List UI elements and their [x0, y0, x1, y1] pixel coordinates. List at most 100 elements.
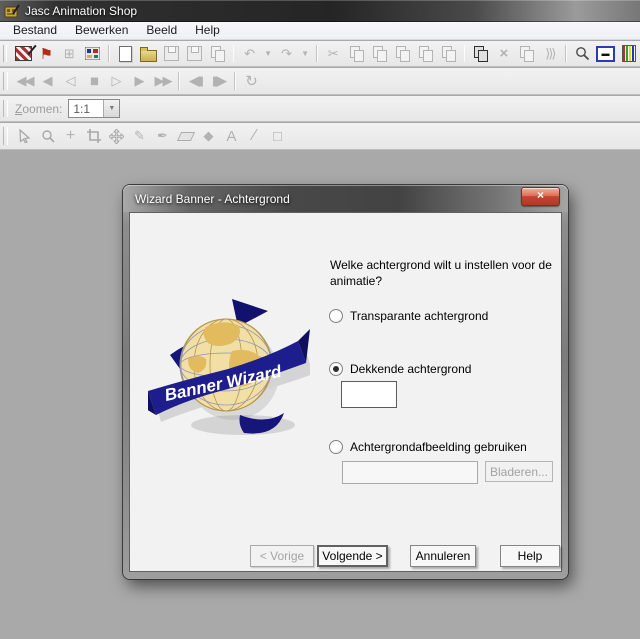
redo-icon[interactable]: ↷: [276, 43, 297, 64]
image-transitions-icon[interactable]: ⊞: [59, 43, 80, 64]
animation-wizard-icon[interactable]: [13, 43, 34, 64]
line-tool-icon[interactable]: ∕: [244, 126, 265, 147]
new-animation-icon[interactable]: [115, 43, 136, 64]
repeat-animation-icon[interactable]: ↻: [241, 71, 262, 92]
move-tool-icon[interactable]: [106, 126, 127, 147]
frame-properties-box: ▬: [596, 46, 615, 62]
paste-as-new-frame-icon[interactable]: [392, 43, 413, 64]
crop-graphic: [87, 129, 101, 143]
delete-frames-icon[interactable]: ×: [493, 43, 514, 64]
menu-item-help[interactable]: Help: [186, 22, 229, 39]
zoom-value: 1:1: [69, 100, 103, 117]
insert-frames-icon[interactable]: ⟩⟩⟩: [539, 43, 560, 64]
toolbar-tools: + ✎ ✒ ◆ A ∕ □: [0, 123, 640, 150]
image-path-input[interactable]: [342, 461, 478, 484]
banner-wizard-logo: Banner Wizard: [148, 299, 310, 451]
workspace: Wizard Banner - Achtergrond ×: [0, 150, 640, 639]
toolbar-main: ⚑ ⊞ ↶ ▼ ↷ ▼ ✂ × ⟩⟩⟩: [0, 41, 640, 67]
menu-item-bestand[interactable]: Bestand: [4, 22, 66, 39]
pages-icon: [395, 46, 410, 61]
animation-properties-icon[interactable]: [618, 43, 639, 64]
pages-dark-icon: [473, 46, 488, 61]
floppy-icon: [164, 46, 179, 61]
toolbar-separator: [108, 45, 110, 63]
step-back-icon[interactable]: ◀▮: [185, 71, 206, 92]
redo-dropdown-icon[interactable]: ▼: [299, 43, 311, 64]
magnifier-graphic: [41, 129, 55, 143]
toolbar-separator: [178, 72, 180, 90]
toolbar-grip[interactable]: [3, 45, 7, 63]
registration-mark-tool-icon[interactable]: +: [60, 126, 81, 147]
zoom-tool-palette-icon[interactable]: [37, 126, 58, 147]
next-button[interactable]: Volgende >: [317, 545, 388, 567]
vcr-controls-palette-icon[interactable]: [82, 43, 103, 64]
radio-circle-icon[interactable]: [329, 309, 343, 323]
step-forward-icon[interactable]: ▮▶: [208, 71, 229, 92]
propagate-paste-icon[interactable]: [470, 43, 491, 64]
radio-background-image[interactable]: Achtergrondafbeelding gebruiken: [329, 440, 527, 454]
paste-after-frame-icon[interactable]: [438, 43, 459, 64]
radio-circle-selected-icon[interactable]: [329, 362, 343, 376]
save-animation-icon[interactable]: [161, 43, 182, 64]
save-frame-as-icon[interactable]: [184, 43, 205, 64]
blank-page-icon: [119, 46, 132, 62]
frame-properties-icon[interactable]: ▬: [595, 43, 616, 64]
app-window: Jasc Animation Shop Bestand Bewerken Bee…: [0, 0, 640, 639]
play-reverse-icon[interactable]: ◁: [60, 71, 81, 92]
toolbar-separator: [565, 45, 567, 63]
move-arrows-graphic: [109, 129, 124, 144]
zoom-combobox[interactable]: 1:1 ▼: [68, 99, 120, 118]
text-tool-icon[interactable]: A: [221, 126, 242, 147]
pages-icon: [349, 46, 364, 61]
duplicate-animation-icon[interactable]: [207, 43, 228, 64]
eyedropper-tool-icon[interactable]: ✎: [129, 126, 150, 147]
undo-icon[interactable]: ↶: [239, 43, 260, 64]
previous-button[interactable]: < Vorige: [250, 545, 314, 567]
paste-before-frame-icon[interactable]: [415, 43, 436, 64]
toolbar-grip[interactable]: [3, 100, 8, 118]
folder-icon: [140, 50, 157, 62]
dialog-titlebar[interactable]: Wizard Banner - Achtergrond: [123, 185, 568, 212]
arrow-select-tool-icon[interactable]: [14, 126, 35, 147]
next-frame-icon[interactable]: ▶: [129, 71, 150, 92]
go-last-frame-icon[interactable]: ▶▶: [152, 71, 173, 92]
banner-wizard-icon[interactable]: ⚑: [36, 43, 57, 64]
radio-solid-background[interactable]: Dekkende achtergrond: [329, 362, 471, 376]
menu-item-bewerken[interactable]: Bewerken: [66, 22, 137, 39]
zoom-dropdown-icon[interactable]: ▼: [103, 100, 119, 117]
menu-item-beeld[interactable]: Beeld: [137, 22, 186, 39]
pause-icon[interactable]: ▮▮: [83, 71, 104, 92]
radio-transparent-background[interactable]: Transparante achtergrond: [329, 309, 488, 323]
window-titlebar[interactable]: Jasc Animation Shop: [0, 0, 640, 22]
dialog-question: Welke achtergrond wilt u instellen voor …: [330, 257, 572, 289]
pages-icon: [441, 46, 456, 61]
previous-frame-icon[interactable]: ◀: [37, 71, 58, 92]
cut-icon[interactable]: ✂: [323, 43, 344, 64]
background-color-swatch[interactable]: [341, 381, 397, 408]
film-wand-icon: [15, 46, 32, 61]
crop-tool-icon[interactable]: [83, 126, 104, 147]
duplicate-frames-icon[interactable]: [516, 43, 537, 64]
go-first-frame-icon[interactable]: ◀◀: [14, 71, 35, 92]
play-forward-icon[interactable]: ▷: [106, 71, 127, 92]
flood-fill-tool-icon[interactable]: ◆: [198, 126, 219, 147]
zoom-tool-icon[interactable]: [572, 43, 593, 64]
copy-icon[interactable]: [346, 43, 367, 64]
radio-circle-icon[interactable]: [329, 440, 343, 454]
toolbar-separator: [233, 45, 235, 63]
undo-dropdown-icon[interactable]: ▼: [262, 43, 274, 64]
rectangle-tool-icon[interactable]: □: [267, 126, 288, 147]
toolbar-grip[interactable]: [3, 127, 8, 145]
paintbrush-tool-icon[interactable]: ✒: [152, 126, 173, 147]
close-icon[interactable]: ×: [521, 187, 560, 206]
browse-button[interactable]: Bladeren...: [485, 461, 553, 482]
toolbar-grip[interactable]: [3, 72, 8, 90]
toolbar-separator: [464, 45, 466, 63]
toolbar-vcr: ◀◀ ◀ ◁ ▮▮ ▷ ▶ ▶▶ ◀▮ ▮▶ ↻: [0, 68, 640, 95]
eraser-tool-icon[interactable]: [175, 126, 196, 147]
pages-icon: [519, 46, 534, 61]
open-animation-icon[interactable]: [138, 43, 159, 64]
help-button[interactable]: Help: [500, 545, 560, 567]
cancel-button[interactable]: Annuleren: [410, 545, 476, 567]
paste-as-new-animation-icon[interactable]: [369, 43, 390, 64]
